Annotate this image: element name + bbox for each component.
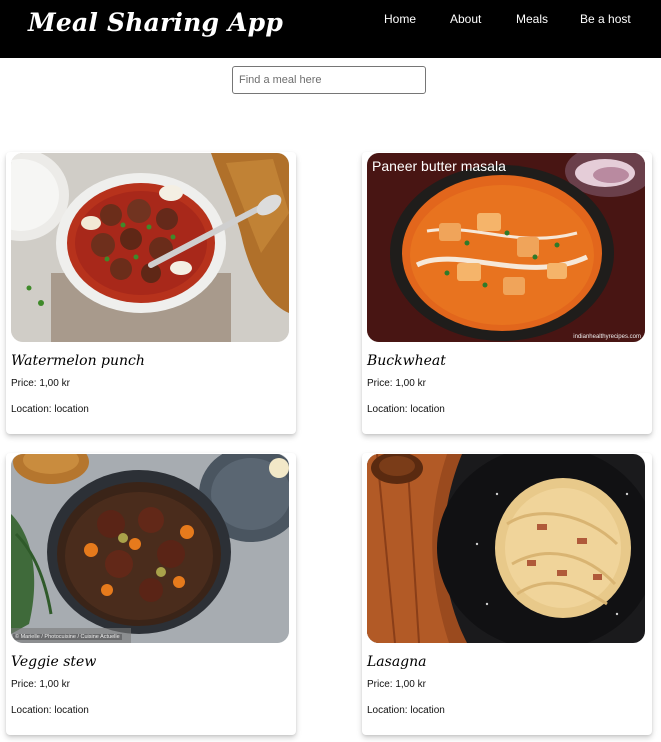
photo-caption: Paneer butter masala	[372, 158, 506, 174]
photo-credit: indianhealthyrecipes.com	[573, 334, 641, 340]
meal-title[interactable]: Lasagna	[367, 654, 427, 670]
meal-photo[interactable]	[11, 153, 289, 342]
meal-location: Location: location	[367, 705, 445, 716]
nav-link-about[interactable]: About	[450, 12, 481, 26]
search-input[interactable]	[232, 66, 426, 94]
meal-title[interactable]: Veggie stew	[11, 654, 96, 670]
meal-card[interactable]: Lasagna Price: 1,00 kr Location: locatio…	[362, 453, 652, 735]
meal-card[interactable]: Paneer butter masala indianhealthyrecipe…	[362, 152, 652, 434]
meal-title[interactable]: Watermelon punch	[11, 353, 145, 369]
meal-photo[interactable]: Paneer butter masala indianhealthyrecipe…	[367, 153, 645, 342]
meal-location: Location: location	[367, 404, 445, 415]
meal-location: Location: location	[11, 404, 89, 415]
meal-price: Price: 1,00 kr	[11, 679, 70, 690]
navbar: Meal Sharing App Home About Meals Be a h…	[0, 0, 661, 58]
meal-price: Price: 1,00 kr	[367, 679, 426, 690]
meal-card[interactable]: Watermelon punch Price: 1,00 kr Location…	[6, 152, 296, 434]
nav-link-be-a-host[interactable]: Be a host	[580, 12, 631, 26]
meal-location: Location: location	[11, 705, 89, 716]
nav-link-meals[interactable]: Meals	[516, 12, 548, 26]
photo-credit: © Marielle / Photocuisine / Cuisine Actu…	[13, 634, 122, 640]
meal-photo[interactable]	[367, 454, 645, 643]
meal-price: Price: 1,00 kr	[11, 378, 70, 389]
meal-title[interactable]: Buckwheat	[367, 353, 446, 369]
meal-photo[interactable]: © Marielle / Photocuisine / Cuisine Actu…	[11, 454, 289, 643]
meal-card[interactable]: © Marielle / Photocuisine / Cuisine Actu…	[6, 453, 296, 735]
nav-link-home[interactable]: Home	[384, 12, 416, 26]
brand-title[interactable]: Meal Sharing App	[28, 8, 283, 37]
meal-price: Price: 1,00 kr	[367, 378, 426, 389]
